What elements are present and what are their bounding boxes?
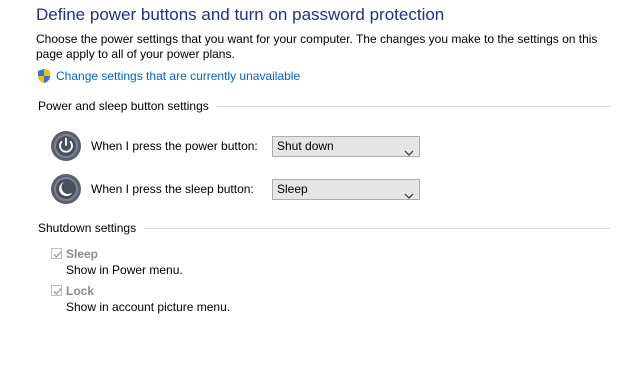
chevron-down-icon (404, 143, 414, 156)
shutdown-group-header: Shutdown settings (38, 221, 610, 235)
sleep-button-label: When I press the sleep button: (91, 182, 254, 196)
uac-shield-icon (36, 68, 52, 84)
lock-checkbox-description: Show in account picture menu. (66, 300, 231, 314)
sleep-button-setting: When I press the sleep button: Sleep (50, 173, 420, 205)
sleep-moon-icon (50, 173, 82, 205)
change-unavailable-settings-link[interactable]: Change settings that are currently unava… (36, 67, 300, 84)
shutdown-group-label: Shutdown settings (38, 221, 137, 235)
sleep-checkbox[interactable] (51, 248, 62, 259)
power-button-action-select[interactable]: Shut down (272, 135, 420, 157)
group-divider (216, 105, 610, 107)
sleep-button-action-select[interactable]: Sleep (272, 178, 420, 200)
change-settings-link-text[interactable]: Change settings that are currently unava… (56, 69, 300, 83)
lock-checkbox[interactable] (51, 285, 62, 296)
chevron-down-icon (404, 186, 414, 199)
lock-checkbox-label[interactable]: Lock (66, 284, 94, 298)
power-button-setting: When I press the power button: Shut down (50, 130, 420, 162)
power-button-icon (50, 130, 82, 162)
power-button-action-value: Shut down (277, 139, 334, 153)
sleep-checkbox-label[interactable]: Sleep (66, 247, 98, 261)
sleep-button-action-value: Sleep (277, 182, 308, 196)
power-sleep-group-label: Power and sleep button settings (38, 99, 209, 113)
page-title: Define power buttons and turn on passwor… (36, 5, 445, 24)
page-description: Choose the power settings that you want … (36, 32, 598, 61)
power-sleep-group-header: Power and sleep button settings (38, 99, 610, 113)
sleep-checkbox-row[interactable]: Sleep (51, 246, 98, 261)
group-divider (144, 227, 610, 229)
lock-checkbox-row[interactable]: Lock (51, 283, 94, 298)
power-button-label: When I press the power button: (91, 139, 258, 153)
sleep-checkbox-description: Show in Power menu. (66, 263, 183, 277)
